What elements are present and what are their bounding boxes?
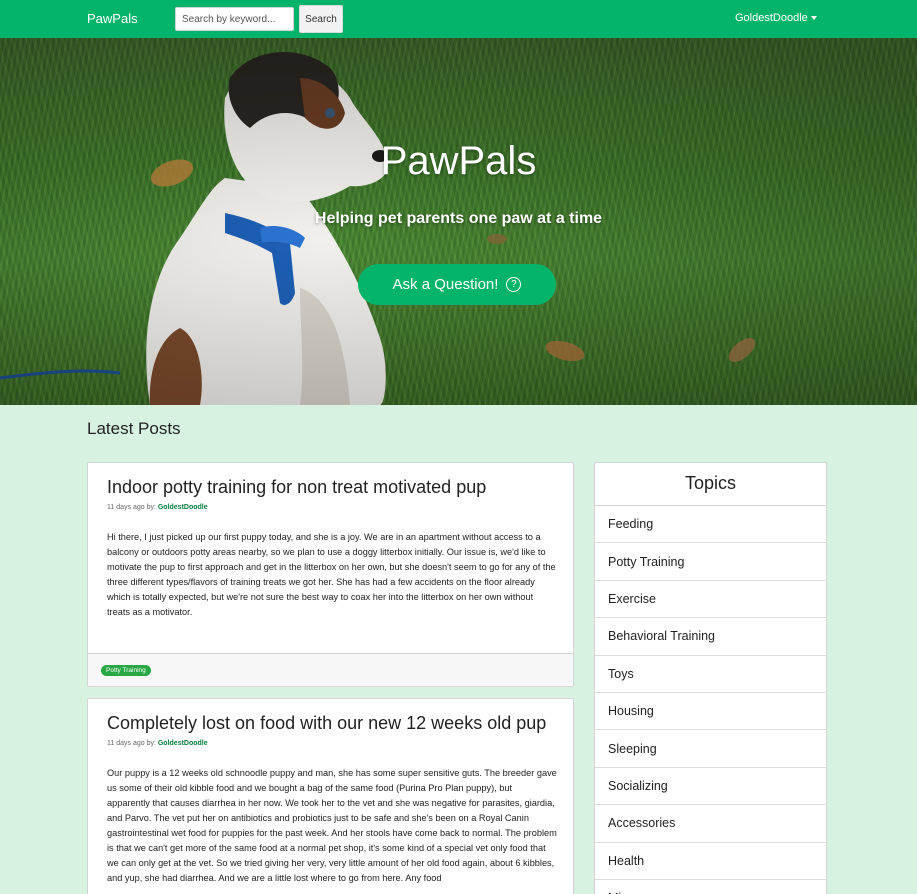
question-circle-icon: ? <box>506 277 522 292</box>
topic-tag[interactable]: Potty Training <box>101 665 151 676</box>
topic-item-socializing[interactable]: Socializing <box>595 768 826 806</box>
post-title[interactable]: Completely lost on food with our new 12 … <box>107 713 546 734</box>
topic-item-accessories[interactable]: Accessories <box>595 805 826 843</box>
post-date: 11 days ago by: <box>107 740 156 747</box>
post-card: Indoor potty training for non treat moti… <box>87 462 574 687</box>
topics-sidebar: Topics Feeding Potty Training Exercise B… <box>594 462 827 894</box>
hero-banner: PawPals Helping pet parents one paw at a… <box>0 38 917 405</box>
hero-subtitle: Helping pet parents one paw at a time <box>314 210 603 227</box>
user-menu-dropdown[interactable]: GoldestDoodle <box>735 12 817 24</box>
post-footer: Potty Training <box>88 653 573 686</box>
search-input[interactable] <box>175 7 294 31</box>
post-meta: 11 days ago by: GoldestDoodle <box>107 504 208 511</box>
post-meta: 11 days ago by: GoldestDoodle <box>107 740 208 747</box>
topic-item-misc[interactable]: Misc <box>595 880 826 894</box>
topic-item-exercise[interactable]: Exercise <box>595 581 826 619</box>
topic-item-feeding[interactable]: Feeding <box>595 506 826 544</box>
caret-down-icon <box>810 16 817 20</box>
post-title[interactable]: Indoor potty training for non treat moti… <box>107 477 486 498</box>
topic-item-housing[interactable]: Housing <box>595 693 826 731</box>
post-date: 11 days ago by: <box>107 504 156 511</box>
search-button[interactable]: Search <box>299 5 343 33</box>
topic-item-toys[interactable]: Toys <box>595 656 826 693</box>
ask-question-label: Ask a Question! <box>392 276 499 293</box>
ask-question-button[interactable]: Ask a Question! ? <box>358 264 556 305</box>
username-label: GoldestDoodle <box>735 12 808 24</box>
topic-item-potty-training[interactable]: Potty Training <box>595 543 826 581</box>
brand-link[interactable]: PawPals <box>87 11 138 26</box>
hero-title: PawPals <box>380 139 537 183</box>
post-body: Hi there, I just picked up our first pup… <box>107 532 556 617</box>
post-card: Completely lost on food with our new 12 … <box>87 698 574 894</box>
topics-heading: Topics <box>595 463 826 506</box>
topic-item-behavioral-training[interactable]: Behavioral Training <box>595 618 826 656</box>
post-body: Our puppy is a 12 weeks old schnoodle pu… <box>107 768 557 883</box>
post-author-link[interactable]: GoldestDoodle <box>158 504 208 511</box>
post-author-link[interactable]: GoldestDoodle <box>158 740 208 747</box>
navbar: PawPals Search GoldestDoodle <box>0 0 917 38</box>
topic-item-health[interactable]: Health <box>595 843 826 880</box>
topic-item-sleeping[interactable]: Sleeping <box>595 730 826 768</box>
latest-posts-heading: Latest Posts <box>87 419 181 438</box>
